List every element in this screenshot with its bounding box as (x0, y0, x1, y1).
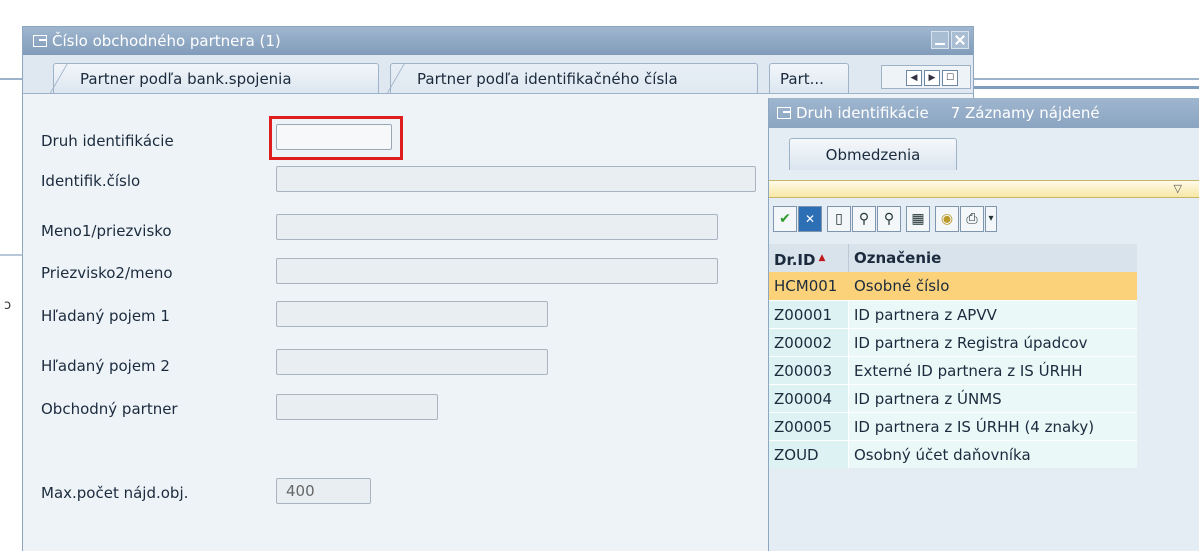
tab-more[interactable]: Part... (769, 63, 849, 93)
window-icon (33, 35, 47, 47)
highlight-box (269, 116, 403, 160)
id-number-input[interactable] (276, 166, 756, 192)
max-hits-input[interactable]: 400 (276, 478, 371, 504)
row-name: ID partnera z IS ÚRHH (4 znaky) (849, 413, 1137, 440)
max-hits-label: Max.počet nájd.obj. (41, 484, 189, 502)
search-term2-input[interactable] (276, 349, 548, 375)
background-app-divider (0, 254, 24, 256)
table-row[interactable]: HCM001 Osobné číslo (769, 272, 1137, 300)
popup-titlebar: Druh identifikácie 7 Záznamy nájdené (769, 98, 1199, 128)
business-partner-input[interactable] (276, 394, 438, 420)
tab-prev-icon[interactable]: ◀ (906, 70, 922, 86)
row-name: ID partnera z APVV (849, 301, 1137, 328)
find-next-icon[interactable]: ⚲ (877, 206, 901, 232)
id-number-label: Identifik.číslo (41, 172, 141, 190)
table-row[interactable]: Z00002 ID partnera z Registra úpadcov (769, 328, 1137, 356)
window-icon (777, 107, 791, 119)
cancel-icon[interactable]: ✕ (798, 206, 822, 232)
print-icon[interactable]: ⎙ (960, 206, 984, 232)
layout-icon[interactable]: ▦ (906, 206, 930, 232)
row-name: Osobné číslo (849, 272, 1137, 300)
tab-list-icon[interactable]: ☐ (942, 70, 958, 86)
name1-input[interactable] (276, 214, 718, 240)
tab-restrictions[interactable]: Obmedzenia (789, 138, 957, 170)
row-name: ID partnera z ÚNMS (849, 385, 1137, 412)
table-row[interactable]: Z00003 Externé ID partnera z IS ÚRHH (769, 356, 1137, 384)
sort-ascending-icon: ▲ (818, 253, 826, 263)
tab-id-number[interactable]: Partner podľa identifikačného čísla (386, 63, 758, 94)
row-id: Z00004 (769, 385, 849, 412)
dialog-titlebar: Číslo obchodného partnera (1) (23, 27, 973, 55)
search-term1-input[interactable] (276, 301, 548, 327)
value-help-popup: Druh identifikácie 7 Záznamy nájdené Obme… (768, 98, 1199, 551)
row-id: Z00002 (769, 329, 849, 356)
popup-title: Druh identifikácie (796, 104, 929, 122)
column-header-id[interactable]: Dr.ID ▲ (769, 244, 849, 272)
restrictions-bar[interactable]: ▽ (769, 180, 1199, 198)
table-header: Dr.ID ▲ Označenie (769, 244, 1137, 272)
tab-next-icon[interactable]: ▶ (924, 70, 940, 86)
confirm-icon[interactable]: ✔ (773, 206, 797, 232)
more-options-icon[interactable]: ▾ (985, 206, 997, 232)
table-row[interactable]: ZOUD Osobný účet daňovníka (769, 440, 1137, 468)
row-name: ID partnera z Registra úpadcov (849, 329, 1137, 356)
tab-navigation: ◀ ▶ ☐ (881, 65, 971, 89)
table-row[interactable]: Z00001 ID partnera z APVV (769, 300, 1137, 328)
row-id: Z00001 (769, 301, 849, 328)
info-icon[interactable]: ◉ (935, 206, 959, 232)
hit-count: 7 Záznamy nájdené (950, 104, 1100, 122)
row-name: Externé ID partnera z IS ÚRHH (849, 357, 1137, 384)
column-header-name[interactable]: Označenie (849, 244, 1137, 272)
search-term1-label: Hľadaný pojem 1 (41, 307, 170, 325)
table-row[interactable]: Z00005 ID partnera z IS ÚRHH (4 znaky) (769, 412, 1137, 440)
find-icon[interactable]: ⚲ (852, 206, 876, 232)
table-row[interactable]: Z00004 ID partnera z ÚNMS (769, 384, 1137, 412)
row-id: ZOUD (769, 441, 849, 468)
dialog-title: Číslo obchodného partnera (1) (52, 32, 281, 50)
expand-icon[interactable]: ▽ (1174, 182, 1182, 195)
row-id: Z00005 (769, 413, 849, 440)
business-partner-label: Obchodný partner (41, 400, 178, 418)
new-document-icon[interactable]: ▯ (827, 206, 851, 232)
minimize-icon[interactable] (931, 31, 949, 49)
search-term2-label: Hľadaný pojem 2 (41, 357, 170, 375)
background-app-divider (948, 86, 1199, 89)
result-table: Dr.ID ▲ Označenie HCM001 Osobné číslo Z00… (769, 244, 1137, 468)
id-type-label: Druh identifikácie (41, 132, 174, 150)
tab-bank-details[interactable]: Partner podľa bank.spojenia (49, 63, 379, 94)
row-id: HCM001 (769, 272, 849, 300)
row-id: Z00003 (769, 357, 849, 384)
background-app-mark: ɔ (4, 298, 12, 313)
name2-input[interactable] (276, 258, 718, 284)
close-icon[interactable] (951, 31, 969, 49)
name1-label: Meno1/priezvisko (41, 222, 172, 240)
row-name: Osobný účet daňovníka (849, 441, 1137, 468)
name2-label: Priezvisko2/meno (41, 264, 173, 282)
